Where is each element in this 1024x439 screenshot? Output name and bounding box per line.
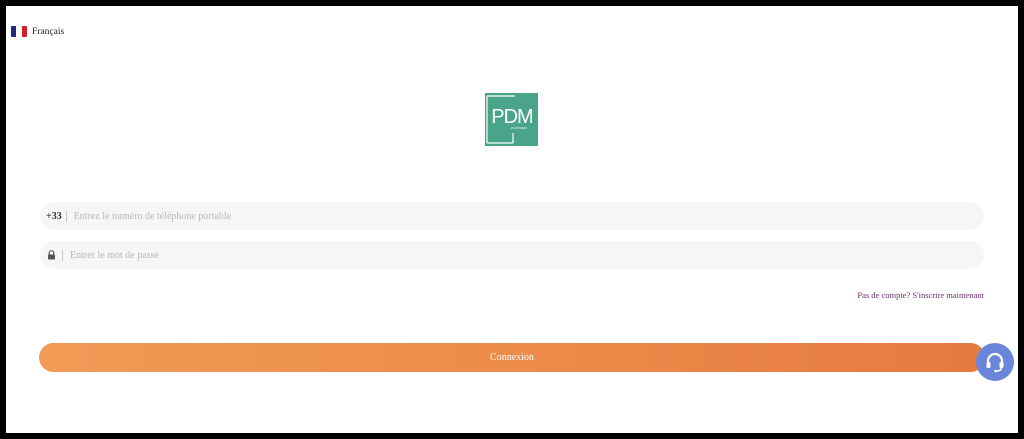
login-page: Français PDM PLATFORM +33 Pas de compte?… bbox=[6, 6, 1018, 433]
field-separator bbox=[62, 249, 63, 261]
login-button[interactable]: Connexion bbox=[39, 343, 985, 372]
phone-field: +33 bbox=[40, 202, 984, 230]
password-field bbox=[40, 241, 984, 269]
support-button[interactable] bbox=[976, 343, 1014, 381]
password-input[interactable] bbox=[70, 241, 984, 269]
field-separator bbox=[65, 210, 67, 222]
svg-text:PLATFORM: PLATFORM bbox=[511, 126, 528, 130]
france-flag-icon bbox=[11, 26, 27, 37]
svg-text:PDM: PDM bbox=[491, 106, 533, 128]
pdm-logo: PDM PLATFORM bbox=[485, 93, 538, 146]
phone-input[interactable] bbox=[73, 202, 984, 230]
country-code-prefix[interactable]: +33 bbox=[46, 211, 62, 222]
language-selector[interactable]: Français bbox=[11, 26, 64, 37]
language-label: Français bbox=[32, 26, 65, 37]
lock-icon bbox=[47, 249, 57, 261]
register-link[interactable]: Pas de compte? S'inscrire maintenant bbox=[857, 290, 984, 300]
headset-icon bbox=[986, 352, 1004, 373]
